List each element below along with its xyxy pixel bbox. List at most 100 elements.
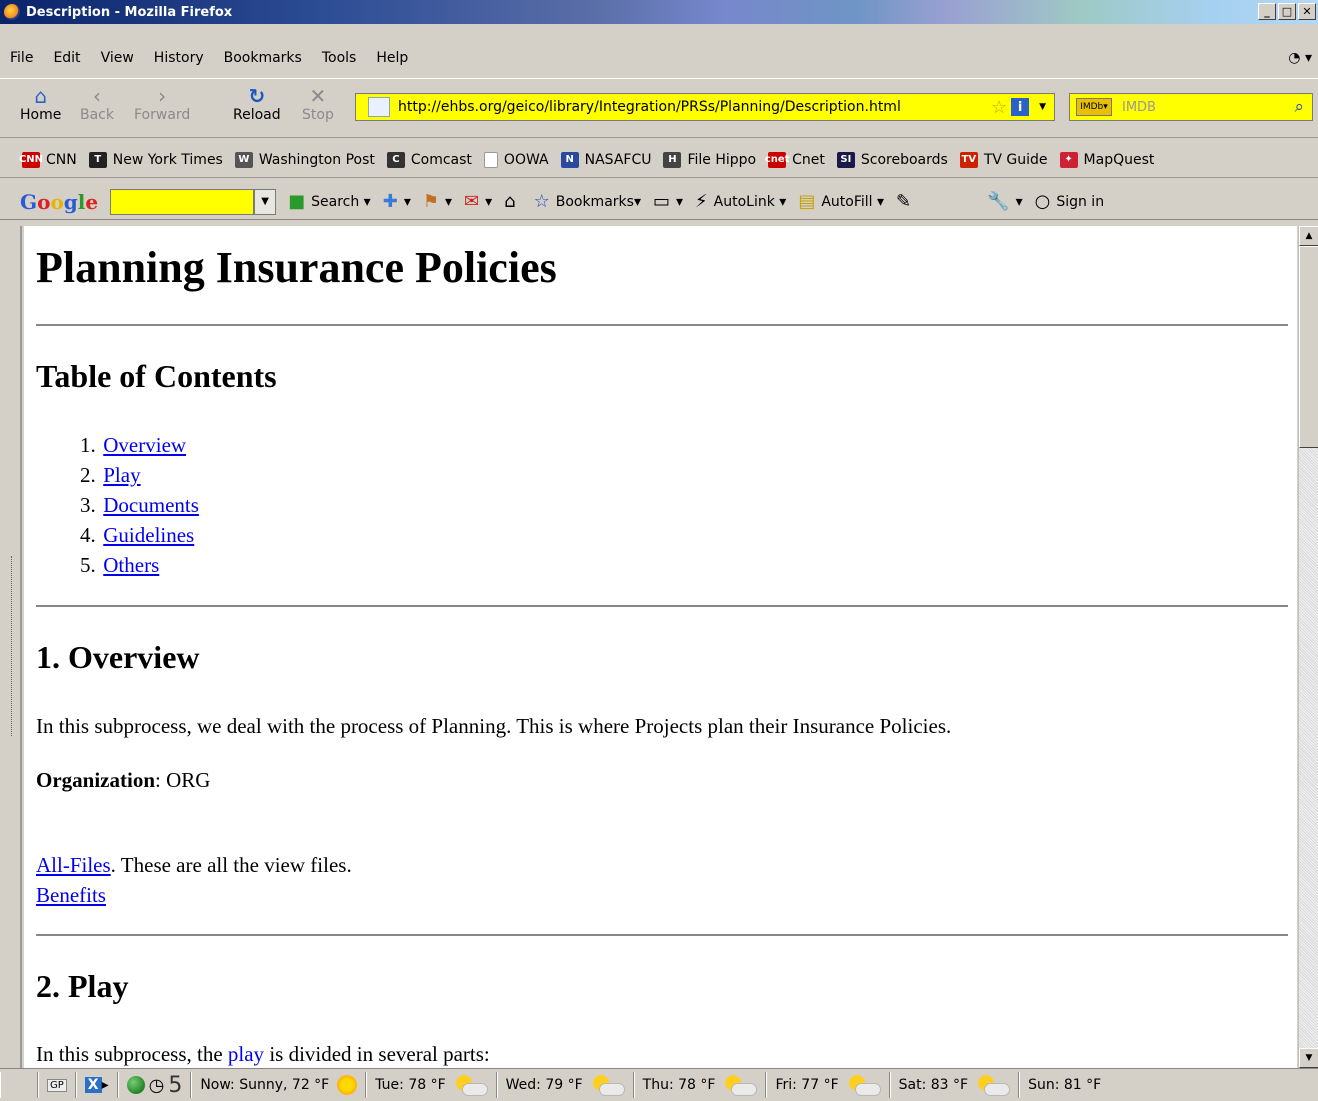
- menu-edit[interactable]: Edit: [43, 50, 90, 66]
- toc-item: 3. Documents: [80, 493, 199, 517]
- bookmark-cnn[interactable]: CNN CNN: [19, 151, 77, 168]
- si-icon: SI: [836, 151, 855, 168]
- search-placeholder[interactable]: IMDB: [1122, 100, 1294, 115]
- google-logo[interactable]: Google: [20, 190, 98, 214]
- google-bookmarks-button[interactable]: ☆ Bookmarks ▾: [534, 191, 641, 212]
- weather-fri[interactable]: Fri: 77 °F: [766, 1072, 890, 1098]
- overview-text: In this subprocess, we deal with the pro…: [36, 714, 952, 738]
- star-icon: ☆: [533, 191, 550, 212]
- close-button[interactable]: ✕: [1298, 3, 1316, 20]
- forward-button[interactable]: › Forward: [134, 85, 190, 123]
- bookmark-file-hippo[interactable]: H File Hippo: [663, 151, 756, 168]
- pagerank-button[interactable]: ⌂: [504, 191, 521, 212]
- search-icon[interactable]: ⌕: [1294, 97, 1304, 117]
- reload-button[interactable]: ↻ Reload: [233, 85, 281, 123]
- url-dropdown-icon[interactable]: ▼: [1039, 102, 1046, 112]
- bookmark-label: Scoreboards: [860, 151, 948, 168]
- wrench-icon: 🔧: [987, 191, 1010, 212]
- play-link[interactable]: play: [228, 1042, 264, 1066]
- weather-thu-label: Thu: 78 °F: [642, 1077, 716, 1093]
- toc-link-documents[interactable]: Documents: [103, 493, 199, 517]
- menu-file[interactable]: File: [4, 50, 43, 66]
- bookmark-label: New York Times: [112, 151, 223, 168]
- weather-thu[interactable]: Thu: 78 °F: [633, 1072, 767, 1098]
- green-status-icon[interactable]: [126, 1076, 145, 1094]
- signin-label: Sign in: [1056, 193, 1105, 210]
- url-text[interactable]: http://ehbs.org/geico/library/Integratio…: [398, 99, 991, 115]
- plus-button[interactable]: ✚ ▾: [383, 191, 411, 212]
- scroll-thumb[interactable]: [1299, 246, 1318, 448]
- bookmark-new-york-times[interactable]: T New York Times: [88, 151, 223, 168]
- stop-button[interactable]: ✕ Stop: [302, 85, 334, 123]
- bookmark-scoreboards[interactable]: SI Scoreboards: [836, 151, 948, 168]
- bookmark-comcast[interactable]: C Comcast: [386, 151, 472, 168]
- scroll-down-button[interactable]: ▼: [1299, 1048, 1318, 1068]
- autofill-button[interactable]: ▤ AutoFill ▾: [798, 191, 884, 212]
- benefits-link[interactable]: Benefits: [36, 883, 106, 907]
- menu-tools[interactable]: Tools: [312, 50, 367, 66]
- pencil-button[interactable]: ✎: [896, 191, 917, 212]
- weather-wed[interactable]: Wed: 79 °F: [496, 1072, 634, 1098]
- bookmark-label: CNN: [46, 151, 77, 168]
- bookmark-nasafcu[interactable]: N NASAFCU: [560, 151, 651, 168]
- google-search-button[interactable]: ■ Search ▾: [288, 191, 371, 212]
- clock-icon[interactable]: ◷: [149, 1075, 165, 1096]
- organization-line: Organization: ORG: [36, 768, 210, 793]
- weather-fri-label: Fri: 77 °F: [775, 1077, 839, 1093]
- toc-link-overview[interactable]: Overview: [103, 433, 186, 457]
- signin-button[interactable]: ○ Sign in: [1035, 191, 1104, 212]
- gp-button[interactable]: GP: [38, 1072, 76, 1098]
- allfiles-text: . These are all the view files.: [110, 853, 352, 877]
- weather-sun[interactable]: Sun: 81 °F: [1019, 1072, 1109, 1098]
- weather-tue[interactable]: Tue: 78 °F: [366, 1072, 497, 1098]
- pencil-icon: ✎: [896, 191, 912, 212]
- forward-label: Forward: [134, 107, 191, 123]
- autofill-label: AutoFill: [821, 193, 873, 210]
- gmail-icon: ✉: [464, 191, 480, 212]
- home-button[interactable]: ⌂ Home: [20, 85, 61, 123]
- address-bar[interactable]: http://ehbs.org/geico/library/Integratio…: [355, 93, 1055, 121]
- toc-link-play[interactable]: Play: [103, 463, 140, 487]
- menu-help[interactable]: Help: [366, 50, 418, 66]
- xmarks-icon: X: [84, 1077, 102, 1093]
- maximize-button[interactable]: □: [1278, 3, 1296, 20]
- bookmark-cnet[interactable]: cnet Cnet: [765, 151, 825, 168]
- weather-now[interactable]: Now: Sunny, 72 °F: [191, 1072, 367, 1098]
- allfiles-link[interactable]: All-Files: [36, 853, 111, 877]
- autolink-label: AutoLink: [713, 193, 775, 210]
- xmarks-button[interactable]: X ▸: [75, 1072, 118, 1098]
- weather-sun-label: Sun: 81 °F: [1028, 1077, 1102, 1093]
- bookmark-mapquest[interactable]: ✦ MapQuest: [1059, 151, 1154, 168]
- menu-view[interactable]: View: [91, 50, 144, 66]
- nasafcu-icon: N: [560, 151, 579, 168]
- scroll-up-button[interactable]: ▲: [1299, 226, 1318, 246]
- settings-button[interactable]: 🔧 ▾: [987, 191, 1022, 212]
- toc-link-others[interactable]: Others: [103, 553, 159, 577]
- organization-value: : ORG: [155, 768, 211, 792]
- sidewiki-button[interactable]: ▭ ▾: [653, 191, 683, 212]
- bookmark-washington-post[interactable]: W Washington Post: [234, 151, 375, 168]
- search-bar[interactable]: IMDb▾ IMDB ⌕: [1069, 93, 1313, 121]
- google-search-input[interactable]: [110, 188, 255, 215]
- bookmark-oowa[interactable]: OOWA: [483, 151, 549, 168]
- toc-item: 4. Guidelines: [80, 523, 195, 547]
- translate-icon: ⚑: [422, 191, 439, 212]
- bookmark-tv-guide[interactable]: TV TV Guide: [959, 151, 1048, 168]
- translate-button[interactable]: ⚑ ▾: [423, 191, 452, 212]
- back-button[interactable]: ‹ Back: [80, 85, 114, 123]
- cnet-icon: cnet: [765, 151, 789, 168]
- bookmark-star-icon[interactable]: ☆: [991, 97, 1007, 118]
- sidebar-splitter[interactable]: [0, 226, 22, 1068]
- menu-history[interactable]: History: [144, 50, 214, 66]
- menu-bookmarks[interactable]: Bookmarks: [214, 50, 312, 66]
- magic-wand-icon: ⚡: [695, 191, 708, 212]
- weather-sat[interactable]: Sat: 83 °F: [889, 1072, 1020, 1098]
- page-info-icon[interactable]: i: [1011, 98, 1030, 116]
- vertical-scrollbar[interactable]: ▲ ▼: [1298, 226, 1318, 1068]
- toc-link-guidelines[interactable]: Guidelines: [103, 523, 194, 547]
- minimize-button[interactable]: _: [1258, 3, 1276, 20]
- gmail-button[interactable]: ✉ ▾: [464, 191, 492, 212]
- imdb-engine-icon[interactable]: IMDb▾: [1076, 98, 1112, 116]
- google-search-dropdown-icon[interactable]: ▼: [254, 188, 277, 215]
- autolink-button[interactable]: ⚡ AutoLink ▾: [695, 191, 786, 212]
